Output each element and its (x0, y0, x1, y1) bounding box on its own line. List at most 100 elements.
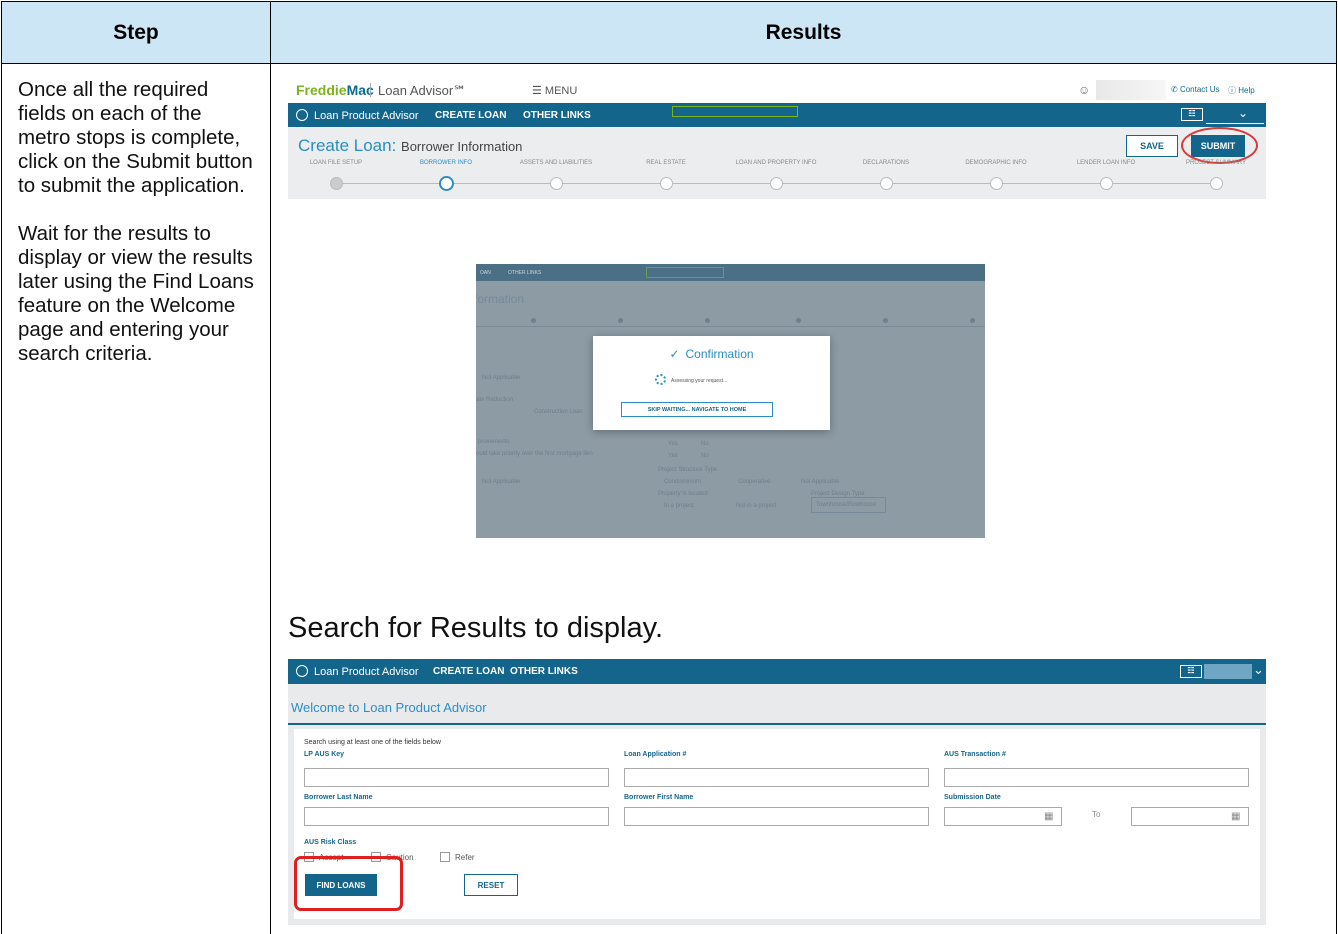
modal-title: ✓ Confirmation (593, 347, 830, 361)
dimmed-dot (970, 318, 975, 323)
borrower-first-name-label: Borrower First Name (624, 794, 694, 801)
save-button[interactable]: SAVE (1126, 135, 1178, 157)
profile-card-icon[interactable]: ☷ (1180, 665, 1202, 678)
dimmed-dot (705, 318, 710, 323)
dimmed-nav-create: OAN (480, 270, 491, 276)
product-name: Loan Advisor℠ (378, 83, 467, 98)
dimmed-text: Not Applicable (801, 479, 840, 485)
submission-date-label: Submission Date (944, 794, 1001, 801)
header-results: Results (270, 1, 1337, 64)
metro-stop[interactable]: LENDER LOAN INFO (1056, 160, 1156, 190)
borrower-last-name-input[interactable] (304, 807, 609, 826)
metro-stop-dot[interactable] (770, 177, 783, 190)
metro-stop[interactable]: LOAN FILE SETUP (288, 160, 386, 190)
metro-stop[interactable]: BORROWER INFO (396, 160, 496, 191)
metro-stop-dot[interactable] (990, 177, 1003, 190)
metro-stop[interactable]: DECLARATIONS (836, 160, 936, 190)
primary-nav: Loan Product Advisor CREATE LOAN OTHER L… (288, 659, 1266, 684)
menu-button[interactable]: ☰ MENU (532, 84, 577, 97)
metro-stop-dot[interactable] (880, 177, 893, 190)
find-loans-highlight-ring (294, 856, 403, 911)
metro-stop-dot[interactable] (1100, 177, 1113, 190)
nav-lpa-label: Loan Product Advisor (314, 110, 419, 122)
metro-stop[interactable]: DEMOGRAPHIC INFO (946, 160, 1046, 190)
page-title-sub: Borrower Information (401, 139, 523, 154)
dimmed-text: Construction Loan (534, 409, 583, 415)
nav-create-loan[interactable]: CREATE LOAN (435, 110, 506, 121)
submit-highlight-ring (1181, 127, 1258, 164)
metro-stop-label: LOAN AND PROPERTY INFO (735, 160, 817, 166)
metro-stop-dot[interactable] (1210, 177, 1223, 190)
dimmed-text: Condominium (664, 479, 702, 485)
header-step: Step (1, 1, 271, 64)
page-title: Create Loan: Borrower Information (298, 136, 522, 156)
nav-lpa-label: Loan Product Advisor (314, 666, 419, 678)
dimmed-nav-other: OTHER LINKS (508, 270, 542, 276)
modal-title-label: Confirmation (685, 347, 754, 361)
refer-checkbox[interactable]: Refer (440, 852, 475, 862)
loan-application-input[interactable] (624, 768, 929, 787)
borrower-first-name-input[interactable] (624, 807, 929, 826)
user-icon[interactable]: ☺ (1078, 83, 1090, 97)
nav-create-loan[interactable]: CREATE LOAN (433, 666, 504, 677)
aus-transaction-input[interactable] (944, 768, 1249, 787)
dimmed-text: Not in a project (736, 503, 777, 509)
profile-card-icon[interactable]: ☷ (1181, 108, 1203, 121)
help-link[interactable]: ⓘ Help (1228, 85, 1255, 96)
calendar-icon[interactable]: ▦ (1044, 811, 1053, 822)
page-title-main: Create Loan: (298, 136, 397, 155)
metro-stop-dot[interactable] (660, 177, 673, 190)
screenshot-create-loan: FreddieMac Loan Advisor℠ ☰ MENU ☺ ✆ Cont… (288, 77, 1266, 199)
logo-divider (370, 83, 371, 97)
aus-risk-class-label: AUS Risk Class (304, 839, 357, 846)
dimmed-page-title: formation (476, 292, 525, 306)
date-to-label: To (1092, 810, 1101, 819)
dimmed-text: ould take priority over the first mortga… (476, 451, 593, 457)
metro-stop-label: BORROWER INFO (420, 160, 472, 166)
top-bar: FreddieMac Loan Advisor℠ ☰ MENU ☺ ✆ Cont… (288, 77, 1266, 103)
freddie-mac-logo: FreddieMac (296, 82, 374, 98)
calendar-icon[interactable]: ▦ (1231, 811, 1240, 822)
welcome-title: Welcome to Loan Product Advisor (291, 700, 487, 715)
dimmed-nav: OAN OTHER LINKS (476, 264, 985, 281)
nav-loan-product-advisor[interactable]: Loan Product Advisor (296, 665, 419, 678)
dimmed-text: Yes (668, 441, 678, 447)
dimmed-design-dropdown: Townhouse/Rowhouse (811, 497, 886, 513)
dimmed-text: In a project (664, 503, 694, 509)
dimmed-text: Cooperative (738, 479, 771, 485)
metro-stop[interactable]: LOAN AND PROPERTY INFO (726, 160, 826, 190)
help-label: Help (1238, 86, 1255, 95)
dimmed-metro-line (476, 326, 985, 327)
dimmed-text: No (701, 453, 709, 459)
step-paragraph-submit: Once all the required fields on each of … (18, 78, 253, 197)
metro-stops: LOAN FILE SETUP BORROWER INFO ASSETS AND L… (288, 160, 1266, 194)
metro-stop[interactable]: PROJECT SUMMARY (1166, 160, 1266, 190)
dimmed-dot (796, 318, 801, 323)
metro-stop-dot[interactable] (550, 177, 563, 190)
nav-loan-product-advisor[interactable]: Loan Product Advisor (296, 109, 419, 122)
metro-stop-label: DEMOGRAPHIC INFO (965, 160, 1027, 166)
dimmed-dot (531, 318, 536, 323)
primary-nav: Loan Product Advisor CREATE LOAN OTHER L… (288, 103, 1266, 133)
title-rule (288, 723, 1266, 725)
user-name-redacted (1204, 664, 1252, 679)
search-panel: Search using at least one of the fields … (294, 729, 1260, 919)
lp-aus-key-input[interactable] (304, 768, 609, 787)
search-hint: Search using at least one of the fields … (304, 739, 441, 746)
reset-button[interactable]: RESET (464, 874, 518, 896)
metro-stop-dot[interactable] (439, 176, 454, 191)
refer-checkbox-box[interactable] (440, 852, 450, 862)
skip-waiting-button[interactable]: SKIP WAITING... NAVIGATE TO HOME (621, 402, 773, 417)
step-description: Once all the required fields on each of … (18, 78, 258, 390)
contact-us-link[interactable]: ✆ Contact Us (1171, 85, 1220, 94)
chevron-down-icon[interactable]: ⌄ (1253, 662, 1264, 678)
nav-other-links[interactable]: OTHER LINKS (523, 110, 591, 121)
metro-stop[interactable]: ASSETS AND LIABILITIES (506, 160, 606, 190)
chevron-down-icon[interactable]: ⌄ (1238, 106, 1248, 120)
dimmed-text: Not Applicable (482, 375, 521, 381)
dimmed-text: Yes (668, 453, 678, 459)
metro-stop-dot[interactable] (330, 177, 343, 190)
metro-stop[interactable]: REAL ESTATE (616, 160, 716, 190)
account-underline (1206, 123, 1264, 124)
nav-other-links[interactable]: OTHER LINKS (510, 666, 578, 677)
